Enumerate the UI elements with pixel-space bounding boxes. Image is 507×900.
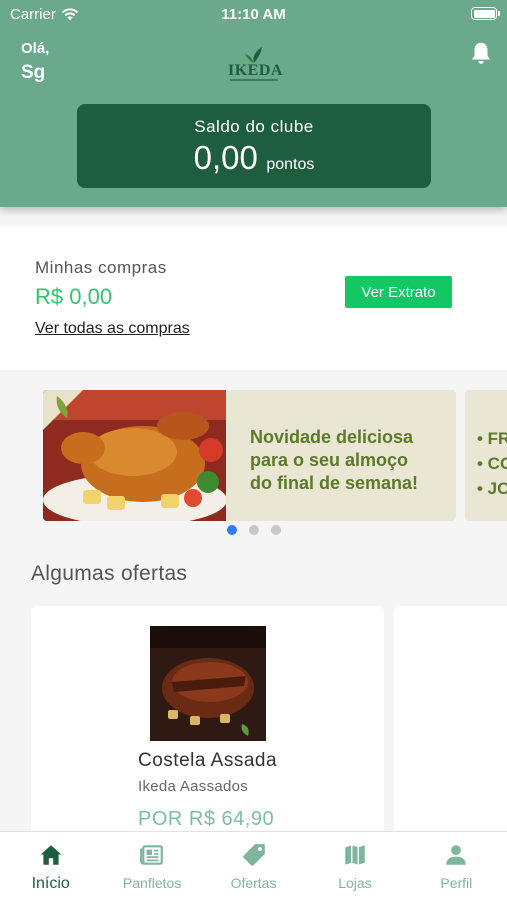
person-icon	[446, 845, 467, 865]
offer-vendor: Ikeda Aassados	[138, 778, 249, 795]
header: Carrier 11:10 AM Olá, Sg IKEDA Saldo do …	[0, 0, 507, 207]
banner-next-list: • FR • CO • JO	[477, 426, 507, 501]
view-all-purchases-link[interactable]: Ver todas as compras	[35, 320, 190, 338]
balance-value: 0,00	[193, 139, 258, 176]
tab-panfletos[interactable]: Panfletos	[101, 832, 202, 900]
map-icon	[345, 845, 365, 865]
offers-section-title: Algumas ofertas	[31, 562, 188, 585]
ikeda-logo: IKEDA	[228, 46, 283, 86]
tab-label: Panfletos	[122, 875, 182, 891]
bell-icon[interactable]	[468, 40, 494, 66]
tab-label: Perfil	[440, 875, 473, 891]
banner-headline-line: para o seu almoço	[250, 450, 409, 470]
logo-text: IKEDA	[228, 62, 283, 79]
my-purchases-section: Minhas compras R$ 0,00 Ver todas as comp…	[0, 226, 507, 370]
balance-unit: pontos	[266, 156, 315, 173]
purchases-title: Minhas compras	[35, 258, 167, 277]
banner-next-slide[interactable]: • FR • CO • JO	[465, 390, 507, 521]
tag-icon	[242, 844, 265, 866]
offer-card-next[interactable]	[394, 606, 507, 846]
logo-tagline-line	[230, 79, 278, 81]
ribs-product-image	[150, 626, 266, 741]
banner-slide[interactable]: Novidade deliciosa para o seu almoço do …	[43, 390, 456, 521]
club-balance-card: Saldo do clube 0,00 pontos	[77, 104, 431, 188]
offer-name: Costela Assada	[138, 750, 278, 771]
tab-lojas[interactable]: Lojas	[304, 832, 405, 900]
offer-price: POR R$ 64,90	[138, 808, 275, 830]
purchases-value: R$ 0,00	[35, 284, 113, 309]
status-time: 11:10 AM	[221, 6, 286, 23]
newspaper-icon	[140, 845, 163, 865]
tab-label: Lojas	[338, 875, 372, 891]
battery-icon	[471, 7, 500, 20]
tab-bar: Início Panfletos Ofertas Lojas Perfil	[0, 831, 507, 900]
tab-label: Início	[31, 875, 70, 892]
banner-next-item: • JO	[477, 479, 507, 498]
banner-headline: Novidade deliciosa para o seu almoço do …	[250, 426, 418, 495]
balance-label: Saldo do clube	[194, 117, 314, 136]
offer-card[interactable]: Costela Assada Ikeda Aassados POR R$ 64,…	[31, 606, 384, 846]
home-icon	[40, 845, 61, 865]
tab-label: Ofertas	[230, 875, 277, 891]
tab-ofertas[interactable]: Ofertas	[203, 832, 304, 900]
carousel-dot-2[interactable]	[249, 525, 259, 535]
banner-next-item: • FR	[477, 429, 507, 448]
banner-headline-line: do final de semana!	[250, 473, 419, 493]
carousel-pagination	[227, 525, 281, 535]
user-name: Sg	[21, 62, 46, 83]
carousel-dot-1[interactable]	[227, 525, 237, 535]
banner-headline-line: Novidade deliciosa	[250, 427, 414, 447]
balance-row: 0,00 pontos	[77, 139, 431, 177]
banner-next-item: • CO	[477, 454, 507, 473]
status-bar: Carrier 11:10 AM	[0, 0, 507, 28]
greeting-text: Olá,	[21, 40, 50, 57]
tab-inicio[interactable]: Início	[0, 832, 101, 900]
roast-chicken-image	[43, 390, 226, 521]
carousel-dot-3[interactable]	[271, 525, 281, 535]
tab-perfil[interactable]: Perfil	[406, 832, 507, 900]
greeting: Olá, Sg	[21, 40, 49, 84]
view-statement-button[interactable]: Ver Extrato	[345, 276, 452, 308]
